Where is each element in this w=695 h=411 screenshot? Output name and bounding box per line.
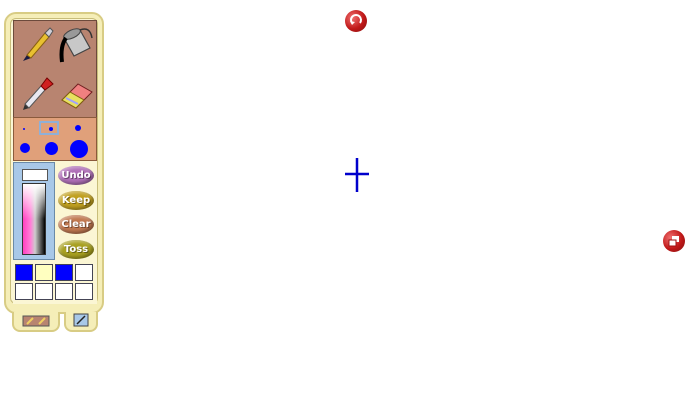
brush-size-medium[interactable] <box>75 125 81 131</box>
brush-tab-icon <box>73 312 89 331</box>
window-restore-icon[interactable] <box>663 230 685 252</box>
brush-size-xxlarge[interactable] <box>70 140 88 158</box>
swatch[interactable] <box>55 283 73 300</box>
swatch[interactable] <box>75 283 93 300</box>
paint-bucket-icon[interactable] <box>56 23 96 67</box>
swatch[interactable] <box>35 283 53 300</box>
crosshair-cursor <box>344 157 370 197</box>
tab-brush[interactable] <box>64 312 98 332</box>
rotate-icon[interactable] <box>345 10 367 32</box>
tab-tools[interactable] <box>12 312 60 332</box>
swatch[interactable] <box>15 283 33 300</box>
brush-size-xlarge[interactable] <box>45 142 58 155</box>
tools-tab-icon <box>22 312 50 331</box>
keep-button[interactable]: Keep <box>58 191 94 210</box>
swatch[interactable] <box>15 264 33 281</box>
dropper-icon[interactable] <box>16 71 56 115</box>
undo-button[interactable]: Undo <box>58 166 94 185</box>
color-swatches <box>13 262 97 304</box>
swatch[interactable] <box>55 264 73 281</box>
color-picker <box>13 162 55 260</box>
swatch[interactable] <box>35 264 53 281</box>
swatch[interactable] <box>75 264 93 281</box>
brush-size-large[interactable] <box>20 143 30 153</box>
current-color-preview <box>22 169 48 181</box>
brush-size-tiny[interactable] <box>23 128 25 130</box>
tool-box <box>13 20 97 118</box>
brush-size-box <box>13 117 97 161</box>
toss-button[interactable]: Toss <box>58 240 94 259</box>
color-gradient[interactable] <box>22 183 46 255</box>
clear-button[interactable]: Clear <box>58 215 94 234</box>
eraser-icon[interactable] <box>56 71 96 115</box>
brush-size-small[interactable] <box>49 127 53 131</box>
paintbrush-icon[interactable] <box>16 23 56 67</box>
